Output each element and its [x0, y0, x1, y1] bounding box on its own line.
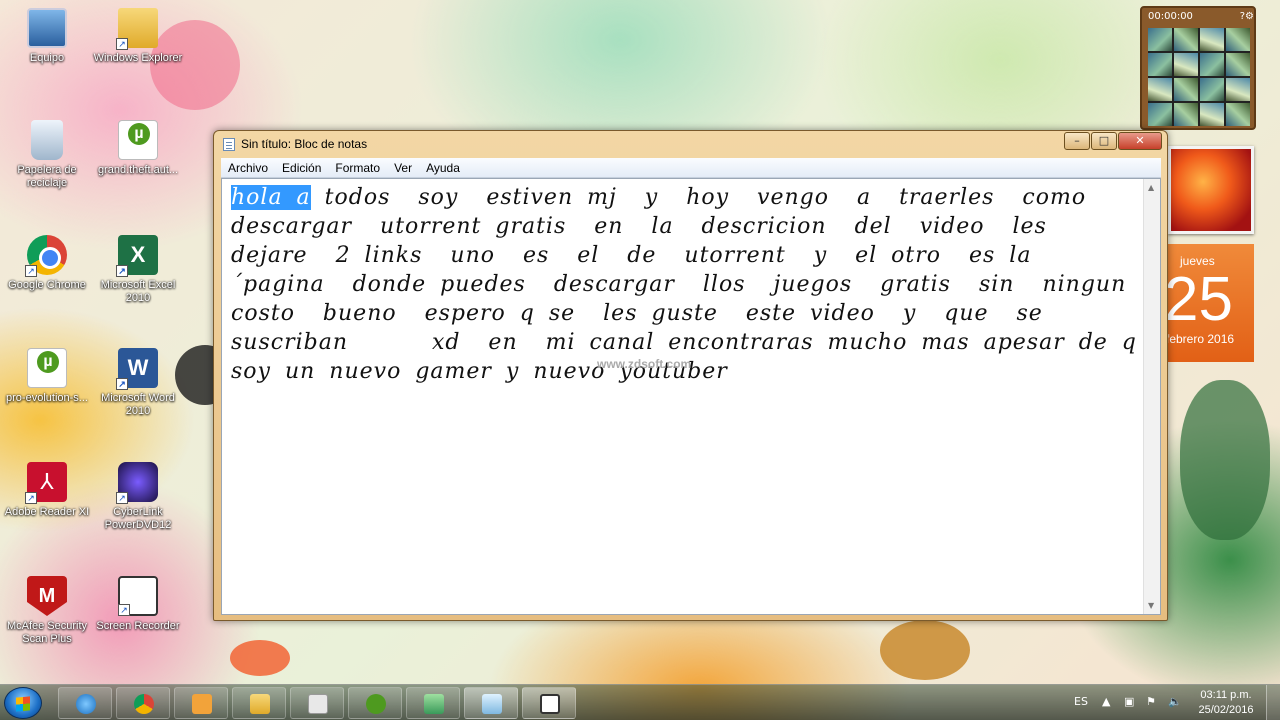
- system-clock[interactable]: 03:11 p.m. 25/02/2016: [1196, 688, 1256, 718]
- wallpaper-blob: [880, 620, 970, 680]
- puzzle-grid[interactable]: [1148, 28, 1250, 126]
- desktop-icon-label: CyberLink PowerDVD12: [104, 506, 172, 531]
- calendar-month: febrero 2016: [1168, 332, 1235, 346]
- torrent-file-icon: [118, 120, 158, 160]
- window-title: Sin título: Bloc de notas: [241, 137, 368, 151]
- desktop-icon-label: Adobe Reader XI: [4, 506, 90, 518]
- menu-ver[interactable]: Ver: [387, 161, 419, 175]
- start-button[interactable]: [4, 687, 42, 719]
- picture-puzzle-gadget[interactable]: 00:00:00 ?⚙: [1140, 6, 1256, 130]
- wallpaper-fish: [230, 640, 290, 676]
- folder-icon: ↗: [116, 8, 158, 50]
- show-desktop-button[interactable]: [1266, 685, 1280, 720]
- scroll-down-icon[interactable]: ▼: [1148, 601, 1154, 610]
- desktop-icon-label: McAfee Security Scan Plus: [6, 620, 88, 645]
- body-text: todos soy estiven mj y hoy vengo a traer…: [231, 185, 1137, 384]
- notepad-window: Sin título: Bloc de notas – □ ✕ Archivo …: [213, 130, 1168, 621]
- screen-recorder-icon: ↗: [118, 576, 158, 616]
- action-center-flag-icon[interactable]: ⚑: [1146, 696, 1158, 708]
- clock-time: 03:11 p.m.: [1200, 689, 1252, 701]
- title-bar[interactable]: Sin título: Bloc de notas – □ ✕: [214, 131, 1167, 157]
- desktop-icon-excel[interactable]: X ↗ Microsoft Excel 2010: [93, 235, 183, 305]
- menu-formato[interactable]: Formato: [328, 161, 387, 175]
- taskbar-utorrent[interactable]: [348, 687, 402, 719]
- adobe-reader-icon: ⅄ ↗: [25, 462, 67, 504]
- desktop-icon-label: Microsoft Excel 2010: [100, 279, 176, 304]
- desktop-icon-gta-torrent[interactable]: grand.theft.aut...: [93, 120, 183, 177]
- media-player-icon: [192, 694, 212, 714]
- taskbar-screen-recorder[interactable]: [522, 687, 576, 719]
- taskbar: ES ▲ ▣ ⚑ 🔈 03:11 p.m. 25/02/2016: [0, 684, 1280, 720]
- taskbar-chrome[interactable]: [116, 687, 170, 719]
- desktop-icon-equipo[interactable]: Equipo: [2, 8, 92, 65]
- notepad-icon: [223, 138, 235, 151]
- document-text[interactable]: hola a todos soy estiven mj y hoy vengo …: [231, 183, 1141, 611]
- desktop-icon-word[interactable]: W ↗ Microsoft Word 2010: [93, 348, 183, 418]
- desktop-icon-google-chrome[interactable]: ↗ Google Chrome: [2, 235, 92, 292]
- desktop-icon-pes-torrent[interactable]: pro-evolution-s...: [2, 348, 92, 405]
- menu-edicion[interactable]: Edición: [275, 161, 328, 175]
- desktop-icon-label: Screen Recorder: [96, 620, 180, 632]
- desktop-icon-label: Google Chrome: [8, 279, 86, 291]
- screen-recorder-icon: [540, 694, 560, 714]
- puzzle-controls-icon[interactable]: ?⚙: [1240, 8, 1254, 26]
- utorrent-icon: [366, 694, 386, 714]
- taskbar-notepad[interactable]: [464, 687, 518, 719]
- wallpaper-blob: [1180, 380, 1270, 540]
- vertical-scrollbar[interactable]: ▲ ▼: [1143, 179, 1160, 614]
- language-indicator[interactable]: ES: [1074, 695, 1088, 708]
- taskbar-explorer[interactable]: [232, 687, 286, 719]
- recycle-bin-icon: [31, 120, 63, 160]
- calendar-gadget[interactable]: jueves 25 febrero 2016: [1168, 244, 1254, 362]
- desktop-icon-adobe-reader[interactable]: ⅄ ↗ Adobe Reader XI: [2, 462, 92, 519]
- taskbar-media-player[interactable]: [174, 687, 228, 719]
- desktop-icon-label: Papelera de reciclaje: [17, 164, 77, 189]
- word-icon: W ↗: [116, 348, 158, 390]
- desktop-icon-label: Microsoft Word 2010: [101, 392, 175, 417]
- text-editor[interactable]: hola a todos soy estiven mj y hoy vengo …: [221, 178, 1161, 615]
- excel-icon: X ↗: [116, 235, 158, 277]
- slideshow-gadget[interactable]: [1168, 146, 1254, 234]
- taskbar-internet-explorer[interactable]: [58, 687, 112, 719]
- show-hidden-icons-icon[interactable]: ▲: [1102, 696, 1114, 708]
- taskbar-disk[interactable]: [290, 687, 344, 719]
- close-button[interactable]: ✕: [1118, 132, 1162, 150]
- network-icon[interactable]: ▣: [1124, 696, 1136, 708]
- maximize-button[interactable]: □: [1091, 132, 1117, 150]
- volume-icon[interactable]: 🔈: [1168, 696, 1182, 708]
- menu-archivo[interactable]: Archivo: [221, 161, 275, 175]
- chrome-icon: ↗: [25, 235, 67, 277]
- puzzle-timer: 00:00:00: [1148, 11, 1193, 22]
- desktop-icon-label: grand.theft.aut...: [97, 164, 179, 176]
- scroll-up-icon[interactable]: ▲: [1148, 183, 1154, 192]
- notepad-plus-icon: [424, 694, 444, 714]
- desktop-icon-recycle-bin[interactable]: Papelera de reciclaje: [2, 120, 92, 190]
- desktop-icon-label: pro-evolution-s...: [6, 392, 88, 404]
- calendar-day: 25: [1168, 265, 1233, 334]
- explorer-icon: [250, 694, 270, 714]
- notepad-icon: [482, 694, 502, 714]
- watermark-text: www.zdsoft.com: [597, 357, 692, 371]
- selected-text: hola a: [231, 185, 311, 210]
- mcafee-icon: M: [27, 576, 67, 616]
- taskbar-notepad-plus[interactable]: [406, 687, 460, 719]
- desktop-icon-mcafee[interactable]: M McAfee Security Scan Plus: [2, 576, 92, 646]
- menu-ayuda[interactable]: Ayuda: [419, 161, 467, 175]
- desktop-icon-windows-explorer[interactable]: ↗ Windows Explorer: [93, 8, 183, 65]
- computer-icon: [27, 8, 67, 48]
- desktop-icon-screen-recorder[interactable]: ↗ Screen Recorder: [93, 576, 183, 633]
- torrent-file-icon: [27, 348, 67, 388]
- internet-explorer-icon: [76, 694, 96, 714]
- chrome-icon: [134, 694, 154, 714]
- desktop-icon-label: Windows Explorer: [93, 52, 183, 64]
- desktop-icon-label: Equipo: [29, 52, 65, 64]
- powerdvd-icon: ↗: [116, 462, 158, 504]
- minimize-button[interactable]: –: [1064, 132, 1090, 150]
- disk-icon: [308, 694, 328, 714]
- clock-date: 25/02/2016: [1198, 704, 1254, 716]
- menu-bar: Archivo Edición Formato Ver Ayuda: [221, 158, 1161, 178]
- desktop-icon-powerdvd[interactable]: ↗ CyberLink PowerDVD12: [93, 462, 183, 532]
